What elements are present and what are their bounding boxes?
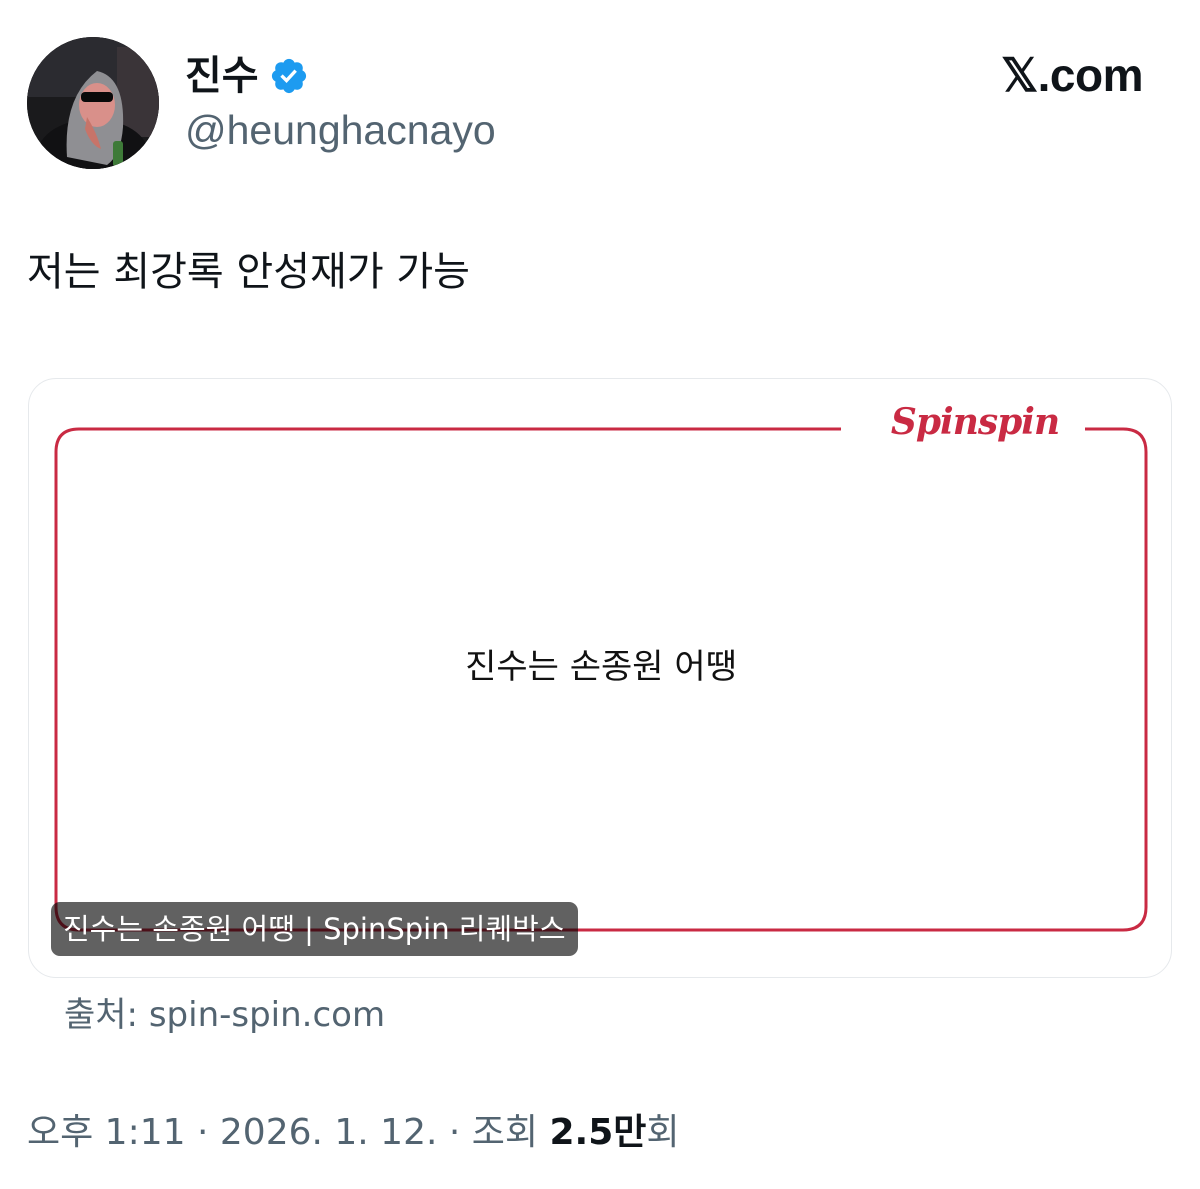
meta-separator: · <box>448 1112 461 1153</box>
display-name[interactable]: 진수 <box>185 56 259 96</box>
avatar[interactable] <box>27 37 159 169</box>
author-handle[interactable]: @heunghacnayo <box>185 107 496 153</box>
card-message: 진수는 손종원 어땡 <box>465 647 737 687</box>
views-label: 조회 <box>471 1112 539 1153</box>
card-caption: 진수는 손종원 어땡 | SpinSpin 리퀘박스 <box>51 902 578 956</box>
link-card[interactable]: Spinspin 진수는 손종원 어땡 진수는 손종원 어땡 | SpinSpi… <box>28 378 1172 978</box>
tweet-date[interactable]: 2026. 1. 12. <box>220 1112 438 1153</box>
views-count: 2.5만 <box>549 1112 647 1153</box>
meta-separator: · <box>196 1112 209 1153</box>
tweet-time[interactable]: 오후 1:11 <box>27 1112 186 1153</box>
verified-badge-icon <box>271 58 306 94</box>
spinspin-logo: Spinspin <box>865 401 1085 445</box>
tweet-meta: 오후 1:11 · 2026. 1. 12. · 조회 2.5만회 <box>27 1111 680 1154</box>
source-link[interactable]: 출처: spin-spin.com <box>64 995 385 1036</box>
x-com-logo: 𝕏.com <box>1001 49 1143 101</box>
author-name-row[interactable]: 진수 <box>185 48 309 104</box>
tweet-text: 저는 최강록 안성재가 가능 <box>27 249 470 295</box>
views-suffix: 회 <box>646 1112 680 1153</box>
sunglasses-figure-avatar-icon <box>27 37 159 169</box>
